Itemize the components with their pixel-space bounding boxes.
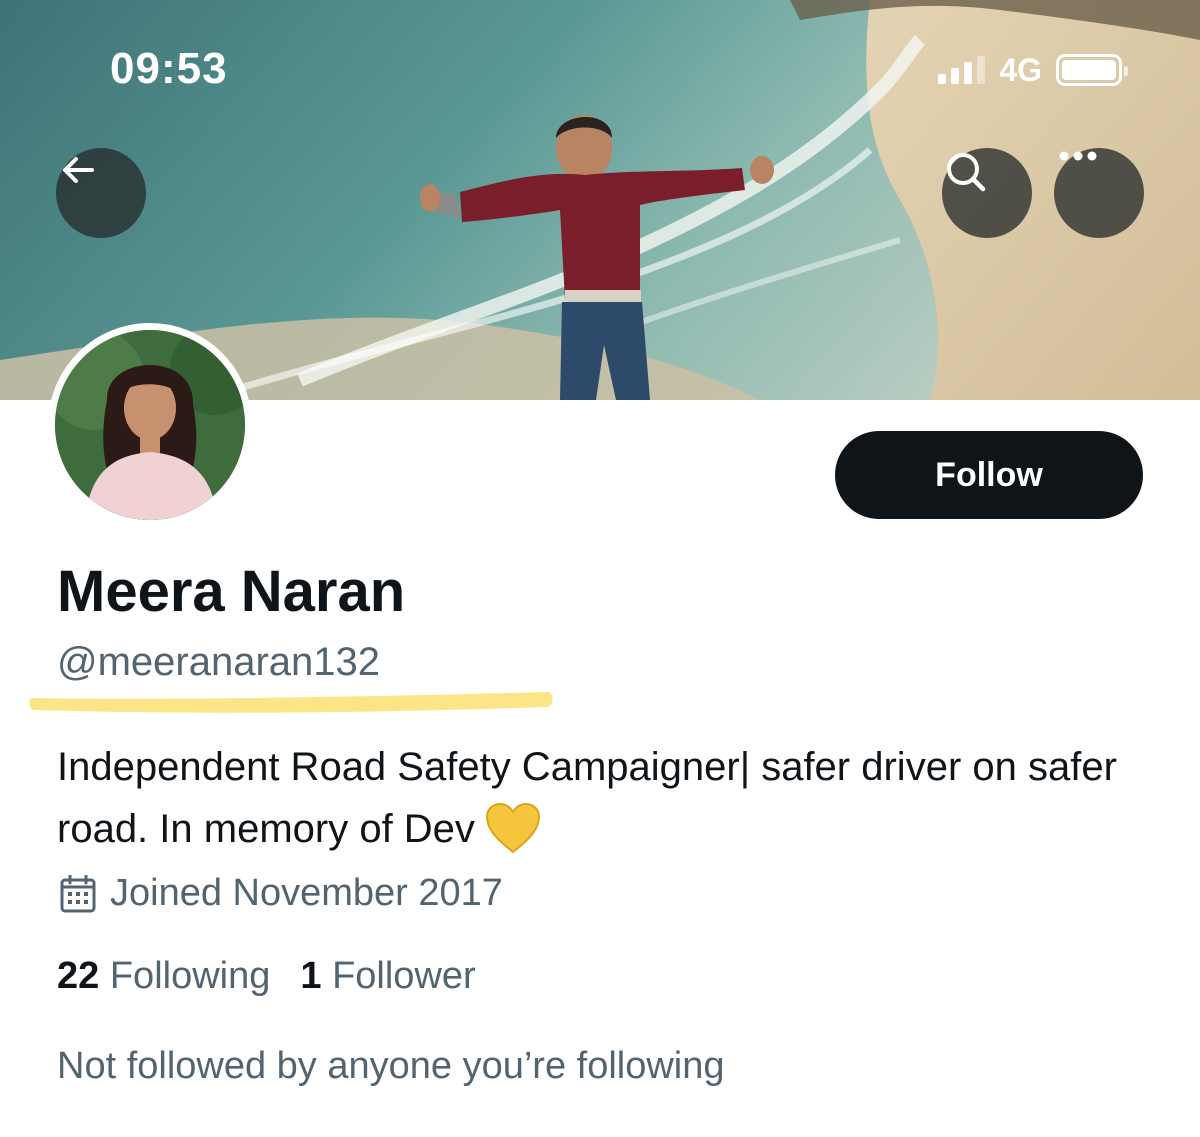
avatar-photo	[55, 330, 245, 520]
calendar-icon	[60, 874, 96, 912]
search-icon	[947, 153, 986, 192]
more-horizontal-icon	[1059, 151, 1097, 161]
followers-count: 1	[300, 955, 322, 997]
status-indicators: 4G	[938, 51, 1128, 88]
arrow-left-icon	[63, 157, 94, 183]
avatar[interactable]	[48, 323, 252, 527]
bio-text: Independent Road Safety Campaigner| safe…	[57, 745, 1117, 851]
following-link[interactable]: 22 Following	[57, 955, 270, 998]
profile-bio: Independent Road Safety Campaigner| safe…	[57, 736, 1167, 872]
followers-label: Follower	[332, 955, 476, 997]
signal-bars-icon	[938, 56, 986, 84]
more-button[interactable]	[1054, 148, 1144, 238]
network-label: 4G	[999, 51, 1042, 88]
search-button[interactable]	[942, 148, 1032, 238]
mutual-followers-note: Not followed by anyone you’re following	[57, 1045, 725, 1087]
follow-button[interactable]: Follow	[835, 431, 1143, 519]
status-time: 09:53	[110, 44, 228, 93]
followers-link[interactable]: 1 Follower	[300, 955, 475, 998]
battery-icon	[1056, 54, 1128, 86]
following-label: Following	[109, 955, 271, 997]
joined-date: Joined November 2017	[60, 872, 503, 915]
follow-stats: 22 Following 1 Follower	[57, 955, 476, 998]
profile-handle: @meeranaran132	[57, 640, 381, 684]
display-name: Meera Naran	[57, 559, 406, 624]
yellow-heart-icon	[485, 802, 541, 872]
back-button[interactable]	[56, 148, 146, 238]
following-count: 22	[57, 955, 100, 997]
joined-text: Joined November 2017	[110, 872, 503, 914]
